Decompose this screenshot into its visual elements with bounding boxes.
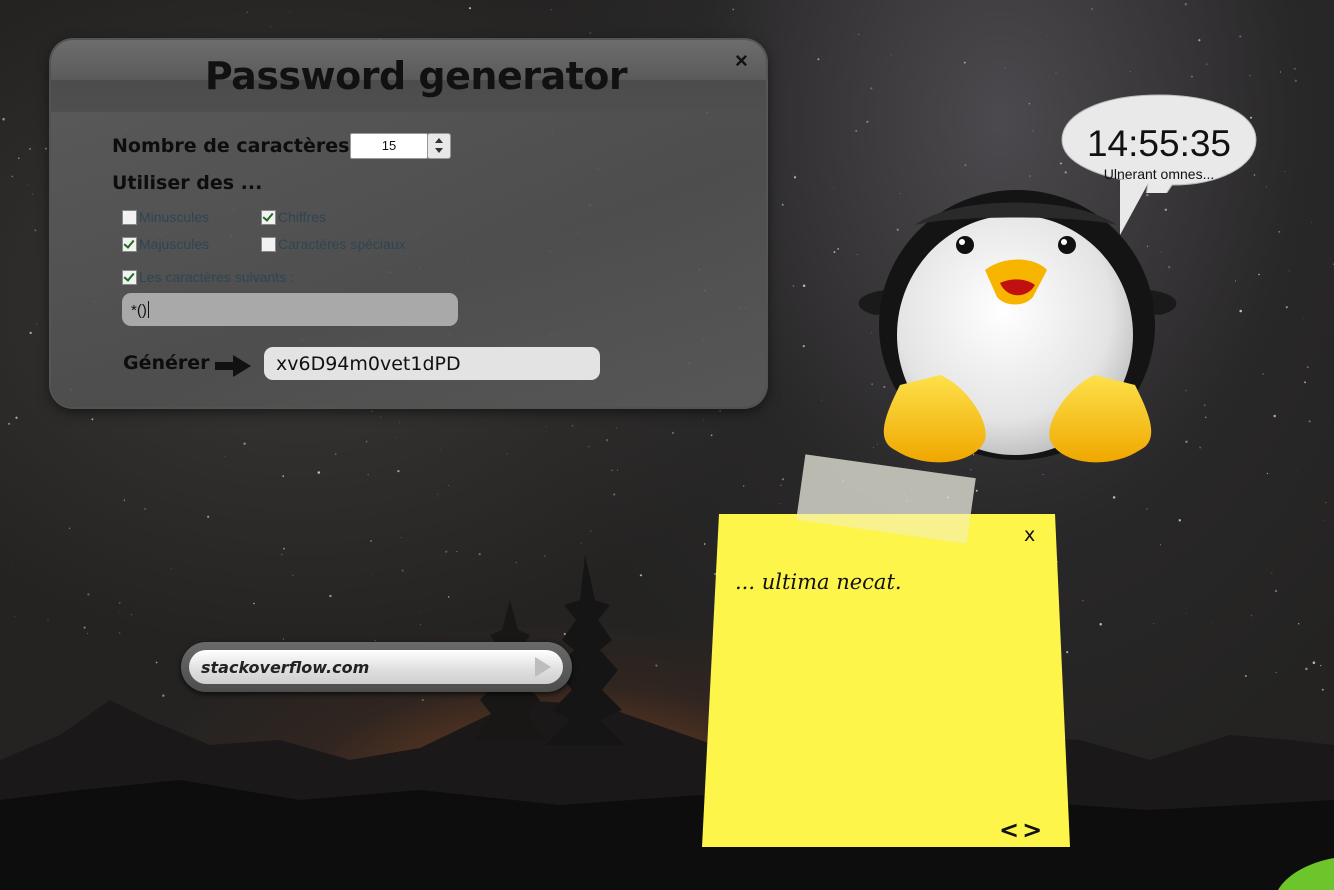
close-button[interactable]: ×	[735, 48, 748, 74]
sticky-note	[702, 514, 1070, 847]
clock-time: 14:55:35	[1086, 123, 1232, 164]
custom-characters-text: *()	[131, 302, 147, 319]
character-count-value: 15	[381, 138, 397, 153]
spin-up-icon[interactable]	[435, 138, 443, 143]
checkbox-label: Chiffres	[278, 209, 326, 225]
url-text: stackoverflow.com	[201, 658, 370, 677]
checkbox-label: Minuscules	[139, 209, 210, 225]
checkbox-label: Majuscules	[139, 236, 210, 252]
password-generator-panel: Password generator × Nombre de caractère…	[51, 40, 766, 407]
character-count-label: Nombre de caractères :	[112, 135, 364, 157]
checkbox-label: Caractères spéciaux	[278, 236, 406, 252]
penguin-mascot	[858, 190, 1177, 463]
url-bar: stackoverflow.com	[181, 642, 572, 692]
custom-characters-value: *()	[131, 301, 149, 319]
custom-characters-input[interactable]: *()	[122, 293, 458, 326]
checkbox-label: Les caractères suivants :	[139, 269, 294, 285]
checkbox-caracteres-suivants[interactable]: Les caractères suivants :	[122, 269, 294, 285]
checkbox-chiffres[interactable]: Chiffres	[261, 209, 326, 225]
use-label: Utiliser des ...	[112, 172, 263, 194]
character-count-input[interactable]: 15	[350, 133, 428, 159]
count-spinner[interactable]	[427, 133, 451, 159]
checkbox-caracteres-speciaux[interactable]: Caractères spéciaux	[261, 236, 406, 252]
generated-password-value: xv6D94m0vet1dPD	[276, 353, 461, 375]
checkbox-box[interactable]	[261, 209, 276, 225]
checkbox-box[interactable]	[122, 209, 137, 225]
checkbox-minuscules[interactable]: Minuscules	[122, 209, 209, 225]
note-navigation[interactable]: <>	[999, 816, 1045, 844]
panel-title: Password generator	[204, 54, 628, 98]
note-text[interactable]: ... ultima necat.	[735, 570, 902, 594]
generate-label[interactable]: Générer	[123, 352, 210, 374]
url-input[interactable]: stackoverflow.com	[189, 650, 563, 684]
note-close-button[interactable]: x	[1024, 524, 1035, 546]
leaf-icon	[1278, 858, 1334, 890]
right-arrow-icon[interactable]	[215, 355, 251, 377]
checkbox-box[interactable]	[122, 269, 137, 285]
play-arrow-icon[interactable]	[535, 657, 551, 677]
checkbox-box[interactable]	[122, 236, 137, 252]
checkbox-box[interactable]	[261, 236, 276, 252]
clock-caption: Ulnerant omnes...	[1103, 166, 1215, 182]
spin-down-icon[interactable]	[435, 148, 443, 153]
generated-password-field[interactable]: xv6D94m0vet1dPD	[264, 347, 600, 380]
checkbox-majuscules[interactable]: Majuscules	[122, 236, 209, 252]
text-caret	[147, 301, 149, 318]
